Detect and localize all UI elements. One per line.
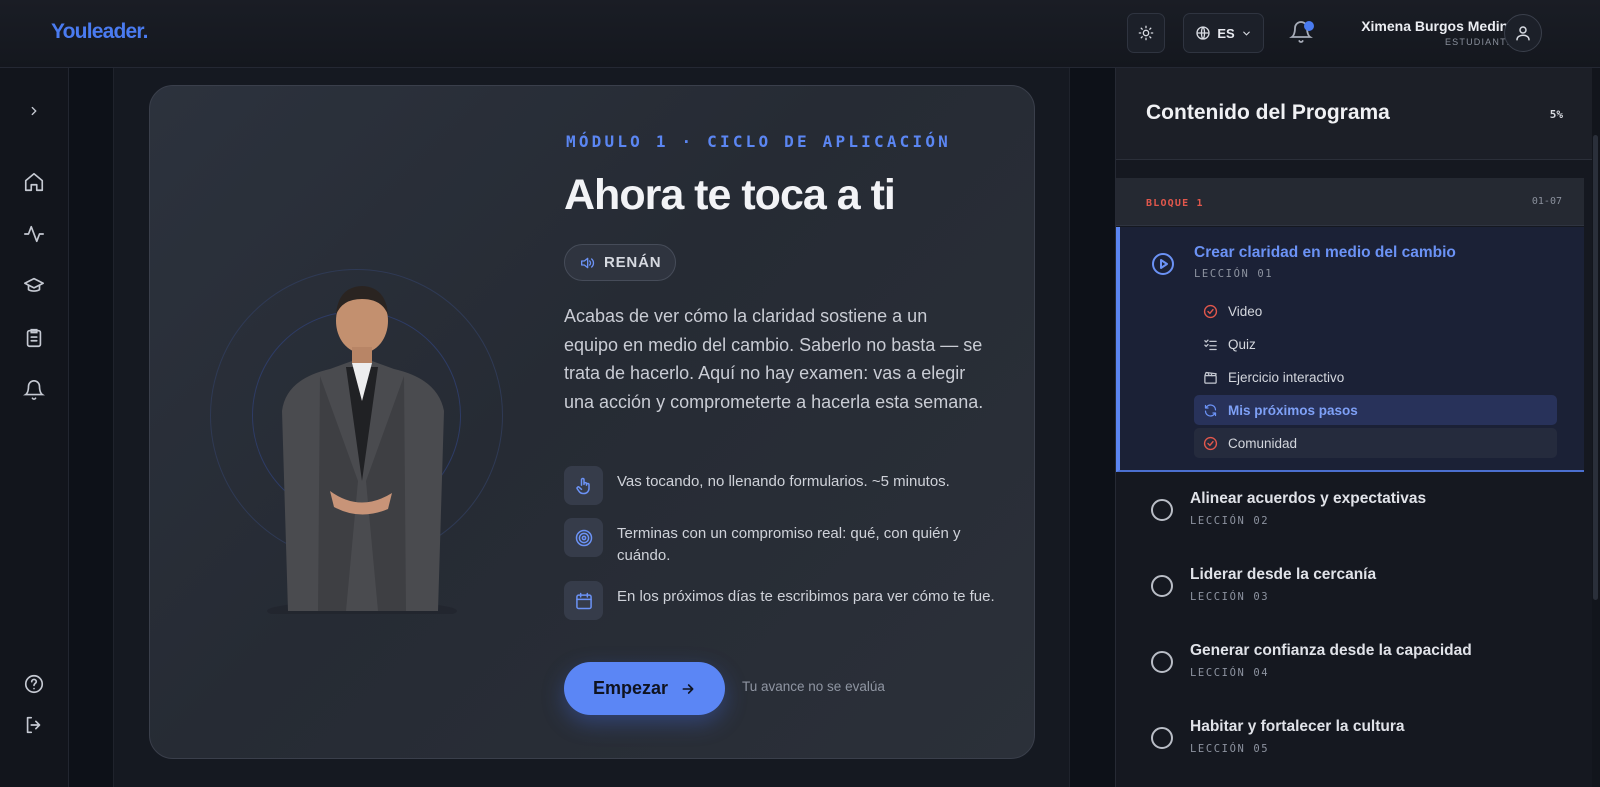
- sidebar: [0, 68, 69, 787]
- program-header: Contenido del Programa 5%: [1116, 68, 1592, 160]
- lesson-status-circle: [1151, 651, 1173, 673]
- chevron-down-icon: [1242, 31, 1250, 36]
- feature-item: En los próximos días te escribimos para …: [564, 581, 997, 620]
- lesson-title: Alinear acuerdos y expectativas: [1190, 490, 1427, 507]
- top-bar: Youleader. ES Ximena Burgos Medina ESTUD…: [0, 0, 1600, 68]
- start-label: Empezar: [592, 678, 669, 698]
- graduation-cap-icon: [24, 277, 44, 292]
- sidebar-item-notifications[interactable]: [23, 379, 45, 401]
- hand-pointer-icon: [575, 477, 590, 494]
- feature-item: Vas tocando, no llenando formularios. ~5…: [564, 466, 997, 505]
- block-label: BLOQUE 1: [1146, 198, 1204, 209]
- feature-text: En los próximos días te escribimos para …: [617, 588, 995, 605]
- help-icon: [24, 674, 44, 694]
- feature-text: Terminas con un compromiso real: qué, co…: [617, 525, 961, 564]
- lesson-row[interactable]: Liderar desde la cercanía LECCIÓN 03: [1116, 551, 1584, 627]
- program-progress: 5%: [1549, 108, 1563, 121]
- lesson-active[interactable]: Crear claridad en medio del cambio LECCI…: [1116, 227, 1584, 472]
- lesson-item-label: Quiz: [1228, 336, 1256, 352]
- lesson-title: Crear claridad en medio del cambio: [1194, 244, 1456, 261]
- lesson-number: LECCIÓN 01: [1194, 268, 1274, 280]
- language-label: ES: [1217, 25, 1235, 41]
- program-panel: Contenido del Programa 5% BLOQUE 1 01-07…: [1115, 68, 1592, 787]
- feature-item: Terminas con un compromiso real: qué, co…: [564, 518, 997, 567]
- lesson-item-next-steps[interactable]: Mis próximos pasos: [1194, 395, 1557, 425]
- play-circle-icon: [1152, 253, 1174, 275]
- user-name: Ximena Burgos Medina: [1361, 18, 1516, 34]
- lesson-item-label: Mis próximos pasos: [1228, 402, 1358, 418]
- lesson-row[interactable]: Alinear acuerdos y expectativas LECCIÓN …: [1116, 475, 1584, 551]
- refresh-icon: [1204, 403, 1217, 417]
- clapperboard-icon: [1204, 371, 1217, 384]
- block-range: 01-07: [1531, 196, 1562, 207]
- speaker-audio-button[interactable]: RENÁN: [564, 244, 677, 281]
- lesson-item-community[interactable]: Comunidad: [1194, 428, 1557, 458]
- lesson-title: Habitar y fortalecer la cultura: [1190, 718, 1405, 735]
- activity-icon: [24, 225, 44, 243]
- lesson-item-exercise[interactable]: Ejercicio interactivo: [1194, 362, 1557, 392]
- bell-icon: [23, 380, 45, 400]
- lesson-item-label: Comunidad: [1228, 435, 1298, 451]
- lesson-title: Generar confianza desde la capacidad: [1190, 642, 1472, 659]
- sidebar-item-help[interactable]: [23, 673, 45, 695]
- lesson-number: LECCIÓN 02: [1190, 515, 1270, 527]
- notification-badge: [1304, 21, 1314, 31]
- lesson-row[interactable]: Habitar y fortalecer la cultura LECCIÓN …: [1116, 703, 1584, 779]
- module-eyebrow: MÓDULO 1 · CICLO DE APLICACIÓN: [566, 132, 951, 151]
- scrollbar-thumb[interactable]: [1593, 135, 1598, 600]
- lesson-row[interactable]: Generar confianza desde la capacidad LEC…: [1116, 627, 1584, 703]
- block-header[interactable]: BLOQUE 1 01-07: [1116, 178, 1584, 226]
- user-icon: [1516, 26, 1530, 41]
- theme-toggle-button[interactable]: [1127, 13, 1165, 53]
- check-circle-icon: [1203, 304, 1218, 318]
- expand-sidebar-button[interactable]: [23, 100, 45, 122]
- lesson-title: Liderar desde la cercanía: [1190, 566, 1377, 583]
- instructor-photo: [267, 286, 457, 614]
- target-icon: [575, 529, 592, 546]
- lesson-item-label: Video: [1228, 303, 1263, 319]
- lesson-status-circle: [1151, 575, 1173, 597]
- sidebar-item-tasks[interactable]: [23, 327, 45, 349]
- progress-note: Tu avance no se evalúa: [742, 679, 885, 694]
- sidebar-item-activity[interactable]: [23, 223, 45, 245]
- lesson-number: LECCIÓN 04: [1190, 667, 1270, 679]
- lesson-number: LECCIÓN 05: [1190, 743, 1270, 755]
- sidebar-item-logout[interactable]: [23, 714, 45, 736]
- speaker-icon: [581, 257, 595, 268]
- intro-description: Acabas de ver cómo la claridad sostiene …: [564, 306, 984, 412]
- page-title: Ahora te toca a ti: [564, 171, 896, 219]
- lesson-status-circle: [1151, 499, 1173, 521]
- program-title: Contenido del Programa: [1146, 101, 1390, 124]
- check-circle-icon: [1203, 436, 1218, 450]
- logout-icon: [26, 716, 41, 734]
- sidebar-item-courses[interactable]: [23, 275, 45, 297]
- arrow-right-icon: [682, 683, 694, 694]
- chevron-right-icon: [31, 106, 37, 116]
- clipboard-icon: [26, 328, 42, 348]
- feature-text: Vas tocando, no llenando formularios. ~5…: [617, 473, 950, 490]
- avatar[interactable]: [1504, 14, 1542, 52]
- notifications-button[interactable]: [1289, 20, 1315, 46]
- list-check-icon: [1204, 339, 1217, 350]
- lesson-item-quiz[interactable]: Quiz: [1194, 329, 1557, 359]
- lesson-number: LECCIÓN 03: [1190, 591, 1270, 603]
- lesson-item-video[interactable]: Video: [1194, 296, 1557, 326]
- speaker-name: RENÁN: [604, 254, 662, 271]
- sidebar-item-home[interactable]: [23, 171, 45, 193]
- user-role: ESTUDIANTE: [1444, 37, 1514, 47]
- start-button[interactable]: Empezar: [564, 662, 725, 715]
- language-select[interactable]: ES: [1183, 13, 1264, 53]
- calendar-icon: [575, 592, 592, 609]
- sun-icon: [1138, 25, 1154, 41]
- home-icon: [24, 172, 44, 192]
- globe-icon: [1196, 26, 1210, 40]
- lesson-status-circle: [1151, 727, 1173, 749]
- logo[interactable]: Youleader.: [51, 20, 148, 44]
- lesson-item-label: Ejercicio interactivo: [1228, 369, 1345, 385]
